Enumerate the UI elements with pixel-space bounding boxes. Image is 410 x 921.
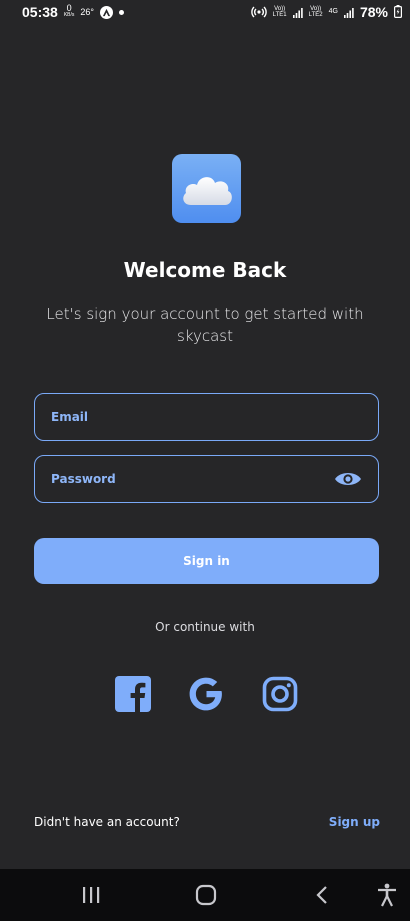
data-rate: 0 KB/s <box>63 3 75 19</box>
status-left: 05:38 0 KB/s 26° <box>22 4 124 20</box>
recents-button[interactable] <box>76 881 106 909</box>
sign-up-link[interactable]: Sign up <box>329 815 380 829</box>
data-rate-value: 0 <box>66 3 72 13</box>
home-button[interactable] <box>191 881 221 909</box>
or-continue-text: Or continue with <box>155 620 255 634</box>
signal-2-icon <box>343 3 354 22</box>
battery-level: 78% <box>359 4 388 20</box>
google-button[interactable] <box>187 675 225 713</box>
sign-in-button[interactable]: Sign in <box>34 538 379 584</box>
instagram-button[interactable] <box>261 675 299 713</box>
email-field[interactable]: Email <box>34 393 379 441</box>
status-bar: 05:38 0 KB/s 26° Vo)) LTE1 Vo)) LTE2 4G … <box>0 0 410 24</box>
facebook-icon <box>115 676 151 712</box>
back-button[interactable] <box>307 881 337 909</box>
google-icon <box>189 677 222 711</box>
accessibility-icon <box>378 883 396 907</box>
facebook-button[interactable] <box>114 675 152 713</box>
status-right: Vo)) LTE1 Vo)) LTE2 4G 78% <box>250 3 403 22</box>
temperature: 26° <box>80 7 94 17</box>
recents-icon <box>83 887 100 903</box>
network-2-label: Vo)) LTE2 <box>308 6 323 18</box>
app-notification-icon <box>100 5 113 19</box>
hotspot-icon <box>250 3 267 22</box>
signal-1-icon <box>292 3 303 22</box>
page-subtitle: Let's sign your account to get started w… <box>46 305 364 345</box>
no-account-text: Didn't have an account? <box>34 815 180 829</box>
email-field-label: Email <box>51 410 89 424</box>
cloud-icon <box>182 176 232 205</box>
network-1-label: Vo)) LTE1 <box>272 6 287 18</box>
network-type: 4G <box>328 8 338 15</box>
back-icon <box>316 886 327 904</box>
battery-icon <box>394 3 403 22</box>
notification-dot-icon <box>119 9 124 15</box>
instagram-icon <box>262 676 298 712</box>
app-logo <box>172 154 241 223</box>
data-rate-unit: KB/s <box>63 12 75 18</box>
eye-icon[interactable] <box>334 469 362 489</box>
home-icon <box>195 884 217 906</box>
password-field-label: Password <box>51 472 116 486</box>
password-field[interactable]: Password <box>34 455 379 503</box>
accessibility-button[interactable] <box>372 881 402 909</box>
login-screen: 05:38 0 KB/s 26° Vo)) LTE1 Vo)) LTE2 4G … <box>0 0 410 921</box>
status-time: 05:38 <box>22 4 58 20</box>
system-nav-bar <box>0 869 410 921</box>
page-title: Welcome Back <box>123 258 287 282</box>
